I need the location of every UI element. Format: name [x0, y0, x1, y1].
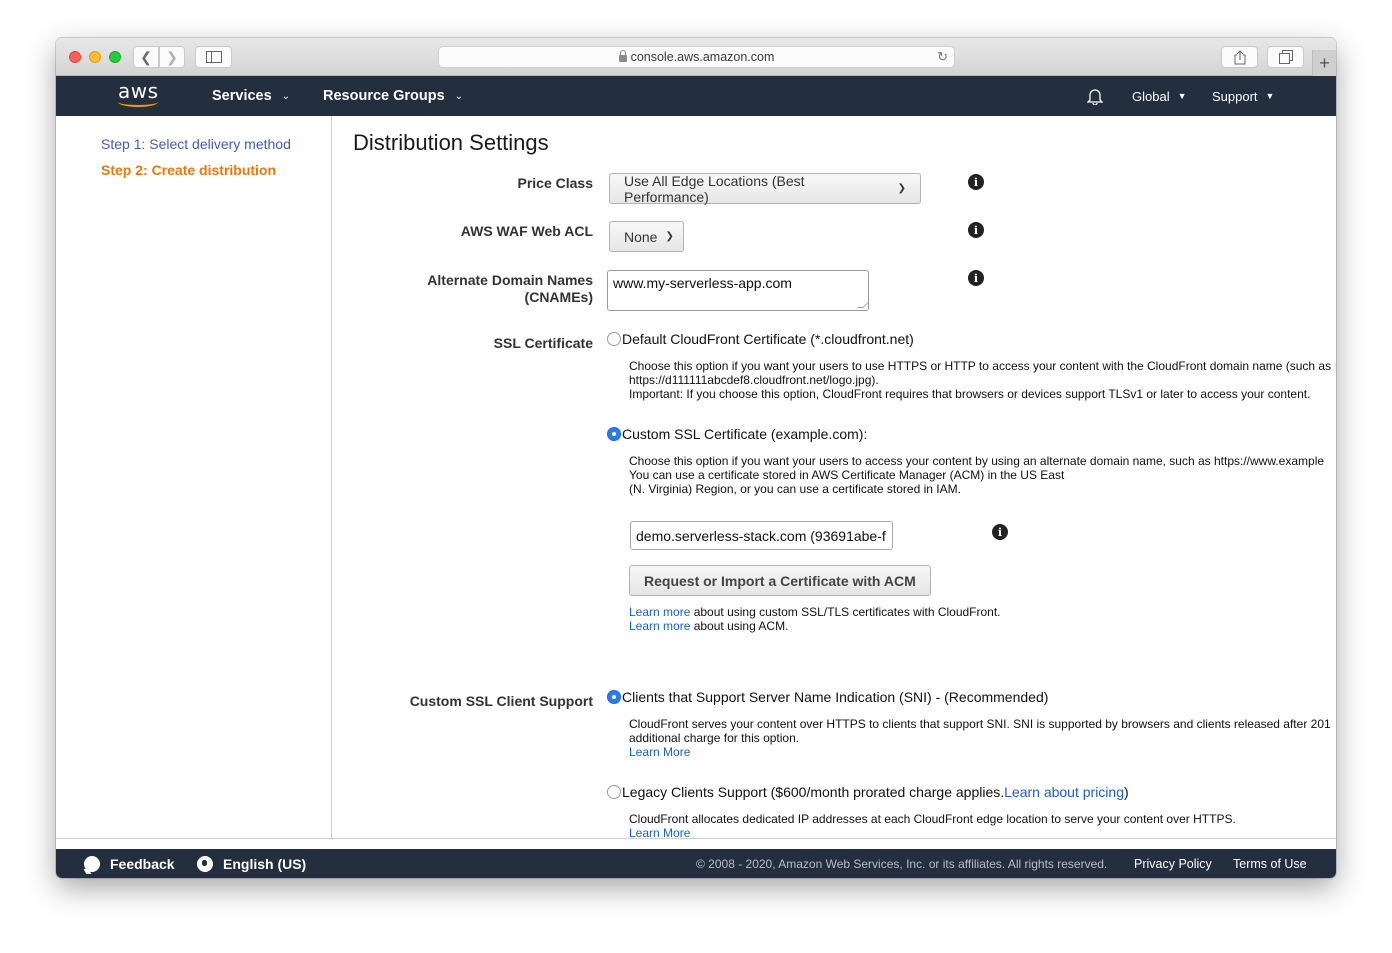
services-menu[interactable]: Services ⌄: [212, 76, 290, 116]
chevron-down-icon: ⌄: [281, 90, 291, 102]
waf-label: AWS WAF Web ACL: [460, 223, 593, 239]
page-title: Distribution Settings: [353, 130, 549, 155]
custom-certificate-description: Choose this option if you want your user…: [629, 454, 1325, 496]
copyright-text: © 2008 - 2020, Amazon Web Services, Inc.…: [696, 856, 1108, 871]
zoom-window-button[interactable]: [109, 51, 121, 63]
distribution-settings-form: Distribution Settings Price Class Use Al…: [333, 116, 1336, 839]
language-selector[interactable]: English (US): [197, 849, 306, 878]
forward-button[interactable]: ❯: [159, 46, 185, 68]
cnames-textarea[interactable]: www.my-serverless-app.com: [607, 270, 869, 311]
wizard-steps: Step 1: Select delivery method Step 2: C…: [56, 116, 332, 839]
console-footer: Feedback English (US) © 2008 - 2020, Ama…: [56, 849, 1336, 878]
chevron-down-icon: ❯: [665, 231, 674, 242]
aws-top-nav: aws Services ⌄ Resource Groups ⌄ Global ▼ S…: [56, 76, 1336, 116]
step-2-current: Step 2: Create distribution: [101, 162, 277, 178]
learn-more-ssl-link[interactable]: Learn more: [629, 605, 690, 619]
ssl-certificate-label: SSL Certificate: [493, 335, 593, 351]
feedback-button[interactable]: Feedback: [84, 849, 175, 878]
sidebar-icon: [205, 51, 222, 63]
back-button[interactable]: ❮: [133, 46, 159, 68]
notifications-button[interactable]: [1086, 76, 1104, 116]
certificate-input[interactable]: demo.serverless-stack.com (93691abe-f: [630, 521, 893, 550]
support-menu[interactable]: Support ▼: [1212, 76, 1274, 116]
waf-select[interactable]: None ❯: [609, 221, 684, 252]
legacy-clients-radio[interactable]: [607, 785, 621, 799]
custom-certificate-option[interactable]: Custom SSL Certificate (example.com):: [607, 426, 867, 442]
plus-icon: +: [1319, 52, 1330, 73]
cnames-info-icon[interactable]: i: [968, 270, 984, 286]
browser-window: ❮ ❯ console.aws.amazon.com ↻ + aws Servi…: [56, 38, 1336, 878]
bell-icon: [1087, 89, 1103, 105]
divider: [56, 838, 1336, 839]
default-certificate-description: Choose this option if you want your user…: [629, 359, 1332, 401]
new-tab-button[interactable]: +: [1312, 50, 1336, 76]
url-text: console.aws.amazon.com: [630, 50, 775, 64]
ssl-learn-more: Learn more about using custom SSL/TLS ce…: [629, 605, 1001, 633]
custom-certificate-radio[interactable]: [607, 427, 621, 441]
certificate-info-icon[interactable]: i: [992, 524, 1008, 540]
cnames-label: Alternate Domain Names (CNAMEs): [427, 272, 593, 305]
sni-option[interactable]: Clients that Support Server Name Indicat…: [607, 689, 1048, 705]
step-1-link[interactable]: Step 1: Select delivery method: [101, 136, 291, 152]
chevron-right-icon: ❯: [166, 48, 178, 65]
browser-toolbar: ❮ ❯ console.aws.amazon.com ↻ +: [56, 38, 1336, 76]
chevron-down-icon: ❯: [897, 183, 906, 194]
legacy-clients-description: CloudFront allocates dedicated IP addres…: [629, 812, 1236, 839]
share-button[interactable]: [1221, 46, 1258, 68]
request-import-acm-button[interactable]: Request or Import a Certificate with ACM: [629, 565, 931, 596]
address-bar[interactable]: console.aws.amazon.com ↻: [438, 46, 955, 68]
resize-handle-icon[interactable]: [857, 302, 869, 308]
sni-learn-more-link[interactable]: Learn More: [629, 745, 1331, 759]
globe-icon: [197, 855, 213, 872]
lock-icon: [618, 49, 627, 62]
speech-bubble-icon: [84, 855, 100, 872]
privacy-policy-link[interactable]: Privacy Policy: [1134, 849, 1212, 878]
reload-icon[interactable]: ↻: [937, 49, 948, 65]
terms-of-use-link[interactable]: Terms of Use: [1233, 849, 1307, 878]
price-class-select[interactable]: Use All Edge Locations (Best Performance…: [609, 173, 921, 205]
aws-smile-icon: [118, 97, 158, 107]
close-window-button[interactable]: [69, 51, 81, 63]
sidebar-toggle-button[interactable]: [195, 46, 232, 68]
learn-about-pricing-link[interactable]: Learn about pricing: [1004, 784, 1124, 800]
tabs-icon: [1278, 50, 1293, 64]
default-certificate-radio[interactable]: [607, 332, 621, 346]
page-content: Step 1: Select delivery method Step 2: C…: [56, 116, 1336, 839]
sni-description: CloudFront serves your content over HTTP…: [629, 717, 1331, 759]
tabs-overview-button[interactable]: [1267, 46, 1304, 68]
learn-more-acm-link[interactable]: Learn more: [629, 619, 690, 633]
default-certificate-option[interactable]: Default CloudFront Certificate (*.cloudf…: [607, 331, 914, 347]
share-icon: [1234, 49, 1245, 64]
chevron-down-icon: ⌄: [454, 90, 464, 102]
caret-down-icon: ▼: [1177, 91, 1187, 101]
resource-groups-menu[interactable]: Resource Groups ⌄: [323, 76, 463, 116]
legacy-clients-option[interactable]: Legacy Clients Support ($600/month prora…: [607, 784, 1129, 800]
minimize-window-button[interactable]: [89, 51, 101, 63]
price-class-label: Price Class: [517, 175, 594, 191]
caret-down-icon: ▼: [1265, 91, 1275, 101]
region-menu[interactable]: Global ▼: [1132, 76, 1187, 116]
waf-info-icon[interactable]: i: [968, 222, 984, 238]
price-class-info-icon[interactable]: i: [968, 174, 984, 190]
chevron-left-icon: ❮: [140, 48, 152, 65]
client-support-label: Custom SSL Client Support: [409, 693, 593, 709]
aws-logo[interactable]: aws: [116, 79, 160, 111]
sni-radio[interactable]: [607, 690, 621, 704]
